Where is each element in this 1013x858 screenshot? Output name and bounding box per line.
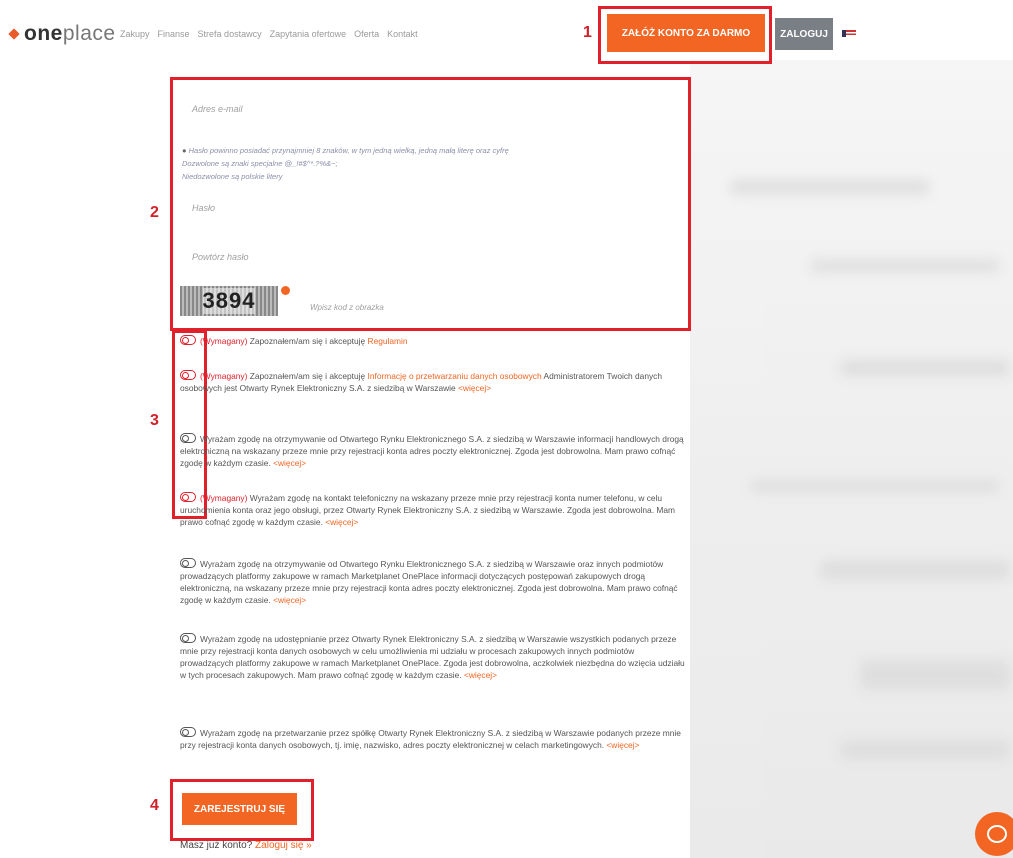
have-account-text: Masz już konto? Zaloguj się »	[180, 840, 312, 851]
consent-terms: (Wymagany) Zapoznałem/am się i akceptuję…	[180, 335, 685, 347]
consent-marketing-email-toggle[interactable]	[180, 433, 196, 443]
main-nav: Zakupy Finanse Strefa dostawcy Zapytania…	[120, 29, 418, 39]
consent-privacy-toggle[interactable]	[180, 370, 196, 380]
nav-item-kontakt[interactable]: Kontakt	[387, 29, 418, 39]
info-icon: ●	[182, 146, 187, 155]
more-link[interactable]: <więcej>	[273, 458, 306, 468]
captcha-code: 3894	[202, 288, 256, 314]
consent-marketing-processing: Wyrażam zgodę na przetwarzanie przez spó…	[180, 727, 681, 750]
annotation-number-1: 1	[583, 24, 592, 41]
email-field[interactable]: Adres e-mail	[192, 104, 243, 114]
nav-item-zapytania-ofertowe[interactable]: Zapytania ofertowe	[270, 29, 347, 39]
consent-data-sharing: Wyrażam zgodę na udostępnianie przez Otw…	[180, 633, 685, 680]
login-button[interactable]: ZALOGUJ	[775, 18, 833, 50]
chat-button[interactable]	[975, 812, 1013, 856]
oneplace-logo[interactable]: oneplace	[8, 22, 116, 46]
annotation-box-3	[172, 330, 207, 519]
more-link[interactable]: <więcej>	[273, 595, 306, 605]
password-hint-line-2: Dozwolone są znaki specjalne @_!#$^*.?%&…	[182, 159, 338, 168]
top-navbar: oneplace Zakupy Finanse Strefa dostawcy …	[0, 0, 1013, 68]
password-field[interactable]: Hasło	[192, 203, 215, 213]
consent-data-sharing-toggle[interactable]	[180, 633, 196, 643]
consent-terms-toggle[interactable]	[180, 335, 196, 345]
annotation-number-2: 2	[150, 204, 159, 221]
background-panel	[690, 60, 1013, 858]
annotation-box-1	[598, 6, 772, 64]
more-link[interactable]: <więcej>	[325, 517, 358, 527]
captcha-input[interactable]: Wpisz kod z obrazka	[310, 303, 384, 312]
password-hint-line-1: ● Hasło powinno posiadać przynajmniej 8 …	[182, 146, 509, 155]
consent-privacy-info: (Wymagany) Zapoznałem/am się i akceptuję…	[180, 370, 663, 393]
nav-item-zakupy[interactable]: Zakupy	[120, 29, 150, 39]
annotation-number-3: 3	[150, 412, 159, 429]
terms-link[interactable]: Regulamin	[368, 336, 408, 346]
more-link[interactable]: <więcej>	[464, 670, 497, 680]
consent-procurement-toggle[interactable]	[180, 558, 196, 568]
nav-item-strefa-dostawcy[interactable]: Strefa dostawcy	[198, 29, 262, 39]
register-submit-button[interactable]: ZAREJESTRUJ SIĘ	[182, 793, 297, 825]
more-link[interactable]: <więcej>	[458, 383, 491, 393]
captcha-refresh-icon[interactable]	[281, 286, 290, 295]
nav-item-oferta[interactable]: Oferta	[354, 29, 379, 39]
nav-item-finanse[interactable]: Finanse	[158, 29, 190, 39]
consent-phone-toggle[interactable]	[180, 492, 196, 502]
logo-mark-icon	[8, 28, 20, 40]
privacy-info-link[interactable]: Informację o przetwarzaniu danych osobow…	[368, 371, 542, 381]
consent-phone-contact: (Wymagany) Wyrażam zgodę na kontakt tele…	[180, 492, 675, 527]
consent-marketing-processing-toggle[interactable]	[180, 727, 196, 737]
consent-marketing-email: Wyrażam zgodę na otrzymywanie od Otwarte…	[180, 433, 684, 468]
more-link[interactable]: <więcej>	[606, 740, 639, 750]
language-flag-icon[interactable]	[842, 30, 856, 37]
login-link[interactable]: Zaloguj się »	[255, 840, 312, 851]
password-hint-line-3: Niedozwolone są polskie litery	[182, 172, 283, 181]
captcha-image: 3894	[180, 286, 278, 316]
repeat-password-field[interactable]: Powtórz hasło	[192, 252, 249, 262]
chat-icon	[987, 825, 1007, 843]
annotation-number-4: 4	[150, 797, 159, 814]
consent-procurement-info: Wyrażam zgodę na otrzymywanie od Otwarte…	[180, 558, 678, 605]
